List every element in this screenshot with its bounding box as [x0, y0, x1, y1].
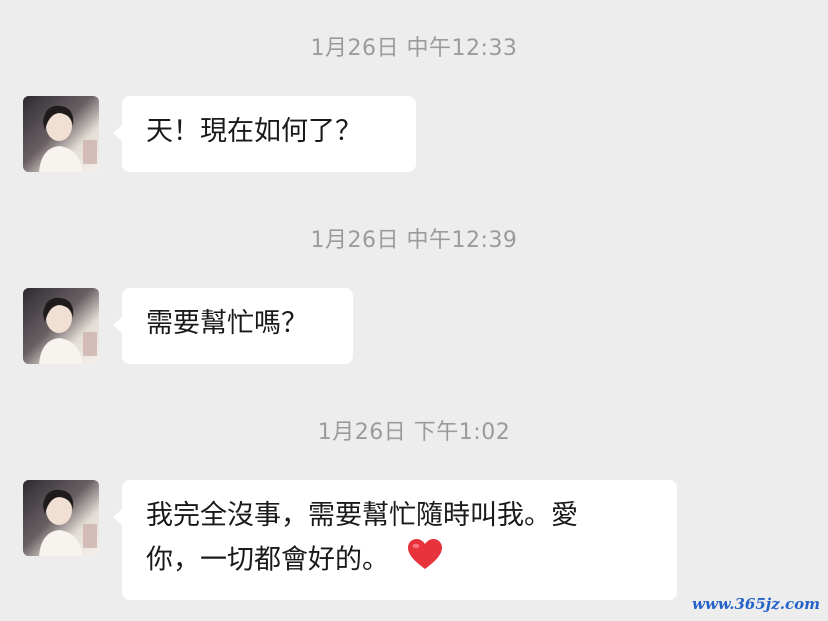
avatar-photo-icon	[23, 480, 99, 556]
message-timestamp: 1月26日 下午1:02	[317, 420, 511, 445]
message-bubble[interactable]: 天！現在如何了？	[113, 96, 416, 172]
message-text: 需要幫忙嗎？	[146, 308, 308, 339]
heart-emoji-icon	[407, 538, 443, 584]
contact-avatar[interactable]	[23, 480, 99, 556]
watermark: www.365jz.com	[692, 595, 820, 613]
message-bubble[interactable]: 我完全沒事，需要幫忙隨時叫我。愛 你，一切都會好的。	[113, 480, 677, 600]
avatar-photo-icon	[23, 96, 99, 172]
message-bubble[interactable]: 需要幫忙嗎？	[113, 288, 353, 364]
contact-avatar[interactable]	[23, 96, 99, 172]
message-text-line-2: 你，一切都會好的。	[146, 538, 653, 584]
chat-window: 1月26日 中午12:33 天！現在如何了？ 1月26日 中午12:39 需要幫…	[0, 0, 828, 621]
message-text: 天！現在如何了？	[146, 116, 362, 147]
message-text: 你，一切都會好的。	[146, 544, 389, 576]
avatar-photo-icon	[23, 288, 99, 364]
message-timestamp: 1月26日 中午12:33	[310, 36, 518, 61]
contact-avatar[interactable]	[23, 288, 99, 364]
message-timestamp: 1月26日 中午12:39	[310, 228, 518, 253]
message-text-line: 我完全沒事，需要幫忙隨時叫我。愛	[146, 500, 578, 531]
